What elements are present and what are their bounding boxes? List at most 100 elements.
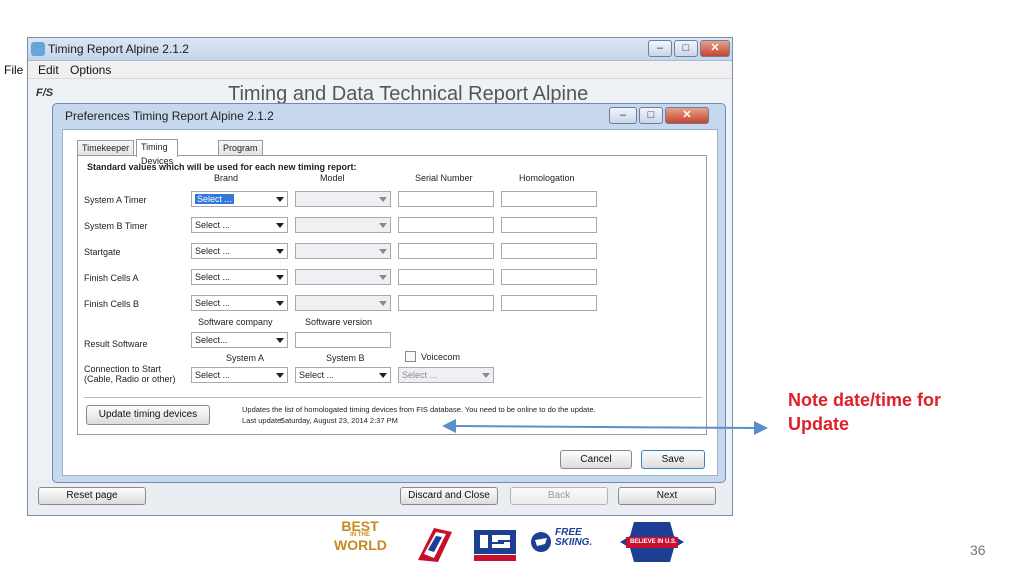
app-icon [31,42,45,56]
voicecom-select[interactable]: Select ... [398,367,494,383]
model-select[interactable] [295,295,391,311]
annotation-line1: Note date/time for [788,390,942,410]
update-timing-devices-button[interactable]: Update timing devices [86,405,210,425]
homologation-input[interactable] [501,191,597,207]
connection-b-value: Select ... [299,370,335,380]
main-titlebar: Timing Report Alpine 2.1.2 – □ ✕ [28,38,732,61]
voicecom-select-value: Select ... [402,370,438,380]
serial-number-input[interactable] [398,217,494,233]
serial-number-input[interactable] [398,191,494,207]
freeskiing-logo: FREE SKIING. [555,528,592,548]
last-update-label: Last update: [242,416,284,425]
us-freeskiing-emblem-icon [531,532,551,552]
logo-text: WORLD [334,537,387,553]
dialog-title: Preferences Timing Report Alpine 2.1.2 [65,109,274,123]
maximize-button[interactable]: □ [674,40,698,57]
chevron-down-icon [379,373,387,378]
chevron-down-icon [276,223,284,228]
slide: Timing Report Alpine 2.1.2 – □ ✕ File Ed… [0,0,1024,576]
minimize-button[interactable]: – [648,40,672,57]
save-button[interactable]: Save [641,450,705,469]
connection-label-line1: Connection to Start [84,364,162,374]
us-ski-team-logo [418,528,452,562]
menu-edit[interactable]: Edit [38,63,59,77]
tab-program-options[interactable]: Program options [218,140,263,167]
brand-select[interactable]: Select ... [191,243,288,259]
chevron-down-icon [379,249,387,254]
col-header-serial: Serial Number [415,173,473,183]
reset-page-button[interactable]: Reset page [38,487,146,505]
row-label: System A Timer [84,195,147,205]
chevron-down-icon [276,197,284,202]
page-number: 36 [970,542,986,558]
model-select[interactable] [295,217,391,233]
menu-options[interactable]: Options [70,63,111,77]
dialog-minimize-button[interactable]: – [609,107,637,124]
dialog-maximize-button[interactable]: □ [639,107,663,124]
brand-select[interactable]: Select ... [191,269,288,285]
brand-select-value: Select ... [195,272,231,282]
chevron-down-icon [276,338,284,343]
connection-a-value: Select ... [195,370,231,380]
brand-select[interactable]: Select ... [191,295,288,311]
software-company-header: Software company [198,317,273,327]
model-select[interactable] [295,243,391,259]
serial-number-input[interactable] [398,243,494,259]
voicecom-checkbox[interactable] [405,351,416,362]
chevron-down-icon [379,223,387,228]
believe-in-us-logo: BELIEVE IN U.S. [620,518,684,566]
homologation-input[interactable] [501,269,597,285]
brand-select[interactable]: Select ... [191,217,288,233]
us-snowboarding-logo [474,530,516,561]
brand-select-value: Select ... [195,220,231,230]
timing-devices-panel: Standard values which will be used for e… [77,155,707,435]
back-button[interactable]: Back [510,487,608,505]
brand-select-value: Select ... [195,298,231,308]
brand-select[interactable]: Select ... [191,191,288,207]
chevron-down-icon [276,275,284,280]
discard-close-button[interactable]: Discard and Close [400,487,498,505]
connection-system-a-select[interactable]: Select ... [191,367,288,383]
logo-text: SKIING. [555,537,593,548]
col-header-model: Model [320,173,345,183]
intro-text: Standard values which will be used for e… [87,162,357,172]
col-header-homologation: Homologation [519,173,575,183]
menu-bar: File Edit Options [4,61,732,79]
col-header-brand: Brand [214,173,239,183]
homologation-input[interactable] [501,295,597,311]
close-button[interactable]: ✕ [700,40,730,57]
model-select[interactable] [295,269,391,285]
connection-system-b-select[interactable]: Select ... [295,367,391,383]
dialog-close-button[interactable]: ✕ [665,107,709,124]
best-in-the-world-logo: BEST IN THE WORLD [334,519,387,553]
brand-select-value: Select ... [195,246,231,256]
next-button[interactable]: Next [618,487,716,505]
software-version-input[interactable] [295,332,391,348]
model-select[interactable] [295,191,391,207]
serial-number-input[interactable] [398,269,494,285]
chevron-down-icon [276,249,284,254]
tab-timekeeper[interactable]: Timekeeper [77,140,135,156]
homologation-input[interactable] [501,243,597,259]
chevron-down-icon [482,373,490,378]
fis-logo: F/S [36,87,54,99]
connection-system-a-header: System A [226,353,265,363]
software-company-value: Select... [195,335,228,345]
chevron-down-icon [276,301,284,306]
chevron-down-icon [379,275,387,280]
software-company-select[interactable]: Select... [191,332,288,348]
cancel-button[interactable]: Cancel [560,450,632,469]
update-info-text: Updates the list of homologated timing d… [242,405,596,414]
last-update-value: Saturday, August 23, 2014 2:37 PM [280,416,398,425]
logo-text: BELIEVE IN U.S. [630,539,677,545]
software-version-header: Software version [305,317,373,327]
tab-timing-devices[interactable]: Timing Devices [136,139,179,166]
menu-file[interactable]: File [4,63,23,77]
annotation-line2: Update [788,414,850,434]
serial-number-input[interactable] [398,295,494,311]
row-label: Startgate [84,247,121,257]
chevron-down-icon [276,373,284,378]
connection-label-line2: (Cable, Radio or other) [84,374,176,384]
row-label: Finish Cells B [84,299,140,309]
homologation-input[interactable] [501,217,597,233]
